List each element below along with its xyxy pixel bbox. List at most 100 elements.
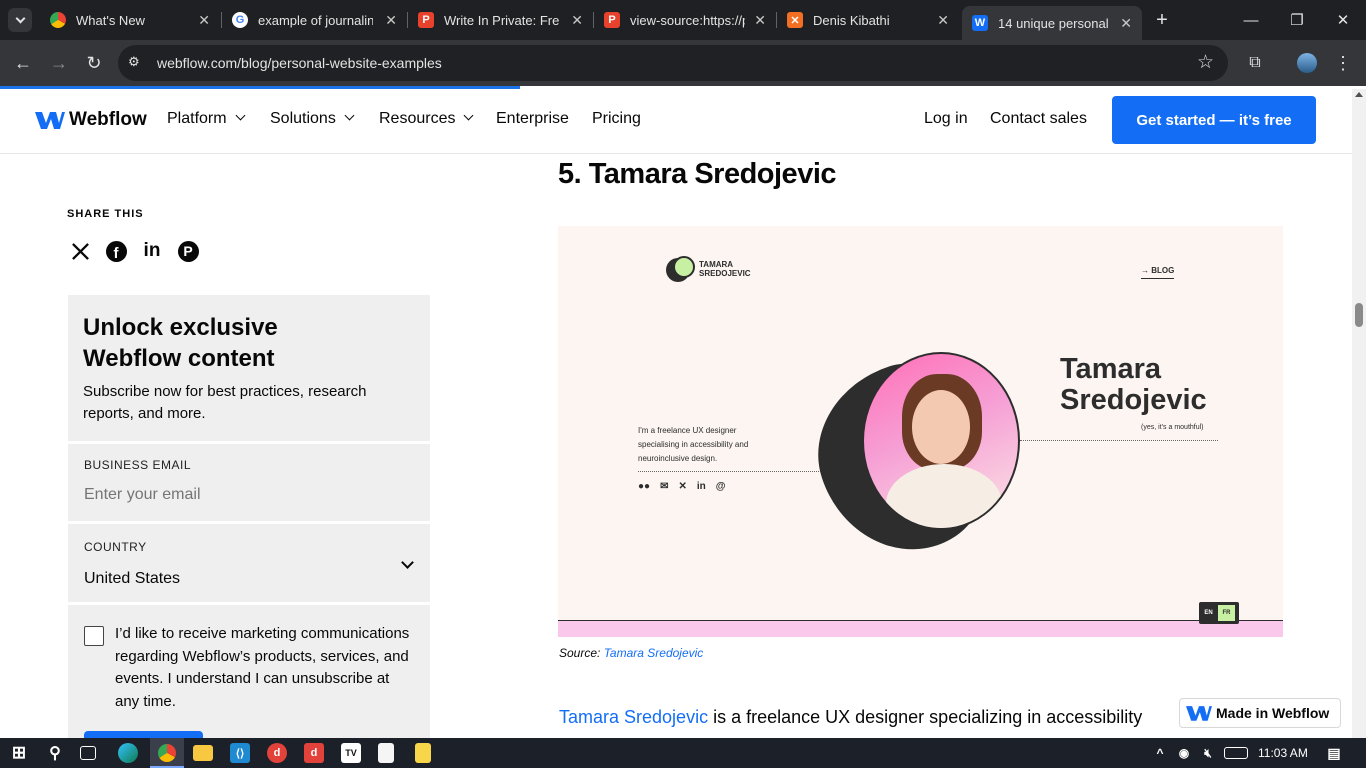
reload-button[interactable]: ↻: [79, 48, 109, 78]
tab-google-search[interactable]: G example of journaling ✕: [222, 0, 407, 40]
notifications-icon[interactable]: ▤: [1324, 743, 1344, 763]
linkedin-icon[interactable]: in: [141, 240, 163, 262]
keyboard-icon[interactable]: [1224, 747, 1248, 759]
scrollbar-thumb[interactable]: [1355, 303, 1363, 327]
nav-solutions[interactable]: Solutions: [270, 110, 355, 128]
webflow-logo[interactable]: Webflow: [35, 109, 147, 131]
nav-platform[interactable]: Platform: [167, 110, 246, 128]
tab-whats-new[interactable]: What's New ✕: [40, 0, 220, 40]
tab-webflow-blog[interactable]: W 14 unique personal w ✕: [962, 6, 1142, 40]
close-icon[interactable]: ✕: [937, 12, 949, 29]
tab-search-button[interactable]: [8, 8, 32, 32]
email-input[interactable]: [84, 486, 404, 504]
consent-checkbox[interactable]: [84, 626, 104, 646]
tab-view-source[interactable]: P view-source:https://p ✕: [594, 0, 776, 40]
webflow-w-icon: [1186, 704, 1212, 722]
language-switch: EN FR: [1199, 602, 1239, 624]
app-d-icon[interactable]: d: [267, 743, 287, 763]
site-info-icon[interactable]: ⚙: [128, 54, 146, 72]
get-started-button[interactable]: Get started — it’s free: [1112, 96, 1316, 144]
site-logo: TAMARA SREDOJEVIC: [666, 256, 763, 282]
nav-pricing[interactable]: Pricing: [592, 110, 641, 128]
search-icon[interactable]: ⚲: [45, 743, 65, 763]
tradingview-icon[interactable]: TV: [341, 743, 361, 763]
email-label: BUSINESS EMAIL: [84, 458, 192, 472]
new-tab-button[interactable]: +: [1150, 8, 1174, 32]
chevron-down-icon: [15, 13, 25, 23]
tamara-link[interactable]: Tamara Sredojevic: [559, 707, 708, 727]
logo-text: TAMARA SREDOJEVIC: [699, 260, 751, 278]
close-window-button[interactable]: ✕: [1320, 0, 1366, 40]
windows-start-icon[interactable]: ⊞: [9, 743, 29, 763]
pinterest-icon[interactable]: P: [177, 240, 199, 262]
p-app-icon: P: [418, 12, 434, 28]
show-hidden-icons[interactable]: ^: [1150, 743, 1170, 763]
website-screenshot: TAMARA SREDOJEVIC → BLOG I'm a freelance…: [558, 226, 1283, 637]
chevron-down-icon: [235, 110, 246, 121]
tab-write-in-private[interactable]: P Write In Private: Free ✕: [408, 0, 593, 40]
close-icon[interactable]: ✕: [198, 12, 210, 29]
bio-text: I'm a freelance UX designer specialising…: [638, 426, 749, 463]
chrome-icon: [50, 12, 66, 28]
section-heading: 5. Tamara Sredojevic: [558, 158, 837, 190]
social-icons: ●● ✉ ✕ in @: [638, 481, 726, 492]
close-icon[interactable]: ✕: [1120, 15, 1132, 32]
file-explorer-icon[interactable]: [193, 745, 213, 761]
menu-icon[interactable]: ⋮: [1328, 48, 1358, 78]
close-icon[interactable]: ✕: [571, 12, 583, 29]
made-in-webflow-badge[interactable]: Made in Webflow: [1179, 698, 1341, 728]
chevron-down-icon: [344, 110, 355, 121]
bookmark-star-icon[interactable]: ☆: [1197, 51, 1214, 74]
profile-avatar[interactable]: [1292, 48, 1322, 78]
x-icon[interactable]: [69, 240, 91, 262]
close-icon[interactable]: ✕: [385, 12, 397, 29]
logo-mark-icon: [666, 256, 696, 282]
contact-sales-link[interactable]: Contact sales: [990, 110, 1087, 128]
close-icon[interactable]: ✕: [754, 12, 766, 29]
vscode-icon[interactable]: ⟨⟩: [230, 743, 250, 763]
restore-button[interactable]: ❐: [1274, 0, 1320, 40]
nav-resources[interactable]: Resources: [379, 110, 474, 128]
camera-icon[interactable]: ◉: [1174, 743, 1194, 763]
subscribe-subtitle: Subscribe now for best practices, resear…: [83, 383, 367, 422]
webflow-w-icon: [35, 112, 65, 129]
email-field[interactable]: BUSINESS EMAIL: [68, 444, 430, 521]
facebook-icon[interactable]: f: [105, 240, 127, 262]
login-link[interactable]: Log in: [924, 110, 968, 128]
article-paragraph: Tamara Sredojevic is a freelance UX desi…: [559, 707, 1143, 727]
browser-toolbar: ← → ↻ ⚙ webflow.com/blog/personal-websit…: [0, 40, 1366, 86]
google-icon: G: [232, 12, 248, 28]
app-d-square-icon[interactable]: d: [304, 743, 324, 763]
portrait-photo: [862, 352, 1020, 530]
country-select[interactable]: COUNTRY United States: [68, 524, 430, 602]
xampp-icon: ✕: [787, 12, 803, 28]
clock: 11:03 AM: [1258, 746, 1308, 760]
country-value: United States: [84, 570, 181, 587]
caption-source-link[interactable]: Tamara Sredojevic: [604, 646, 704, 660]
back-button[interactable]: ←: [8, 48, 38, 78]
tab-denis-kibathi[interactable]: ✕ Denis Kibathi ✕: [777, 0, 959, 40]
country-label: COUNTRY: [84, 540, 147, 554]
p-app-icon: P: [604, 12, 620, 28]
blog-link: → BLOG: [1141, 266, 1175, 279]
forward-button[interactable]: →: [44, 48, 74, 78]
extensions-icon[interactable]: ⧉: [1240, 48, 1270, 78]
task-view-icon[interactable]: [80, 746, 96, 760]
image-caption: Source: Tamara Sredojevic: [559, 646, 704, 660]
address-bar[interactable]: ⚙ webflow.com/blog/personal-website-exam…: [118, 45, 1228, 81]
chrome-icon[interactable]: [150, 738, 184, 768]
volume-muted-icon[interactable]: 🔇︎: [1198, 743, 1218, 763]
nav-enterprise[interactable]: Enterprise: [496, 110, 569, 128]
scrollbar[interactable]: [1352, 89, 1366, 738]
document-icon[interactable]: [378, 743, 394, 763]
url-text[interactable]: webflow.com/blog/personal-website-exampl…: [157, 55, 442, 71]
mail-icon: ✉: [660, 481, 669, 492]
minimize-button[interactable]: —: [1228, 0, 1274, 40]
edge-icon[interactable]: [118, 743, 138, 763]
site-header: Webflow Platform Solutions Resources Ent…: [0, 89, 1352, 154]
chevron-down-icon: [401, 556, 414, 569]
notepad-icon[interactable]: [415, 743, 431, 763]
scroll-up-arrow[interactable]: [1355, 92, 1363, 97]
hero-subtitle: (yes, it’s a mouthful): [1141, 424, 1204, 431]
at-icon: @: [715, 481, 726, 492]
